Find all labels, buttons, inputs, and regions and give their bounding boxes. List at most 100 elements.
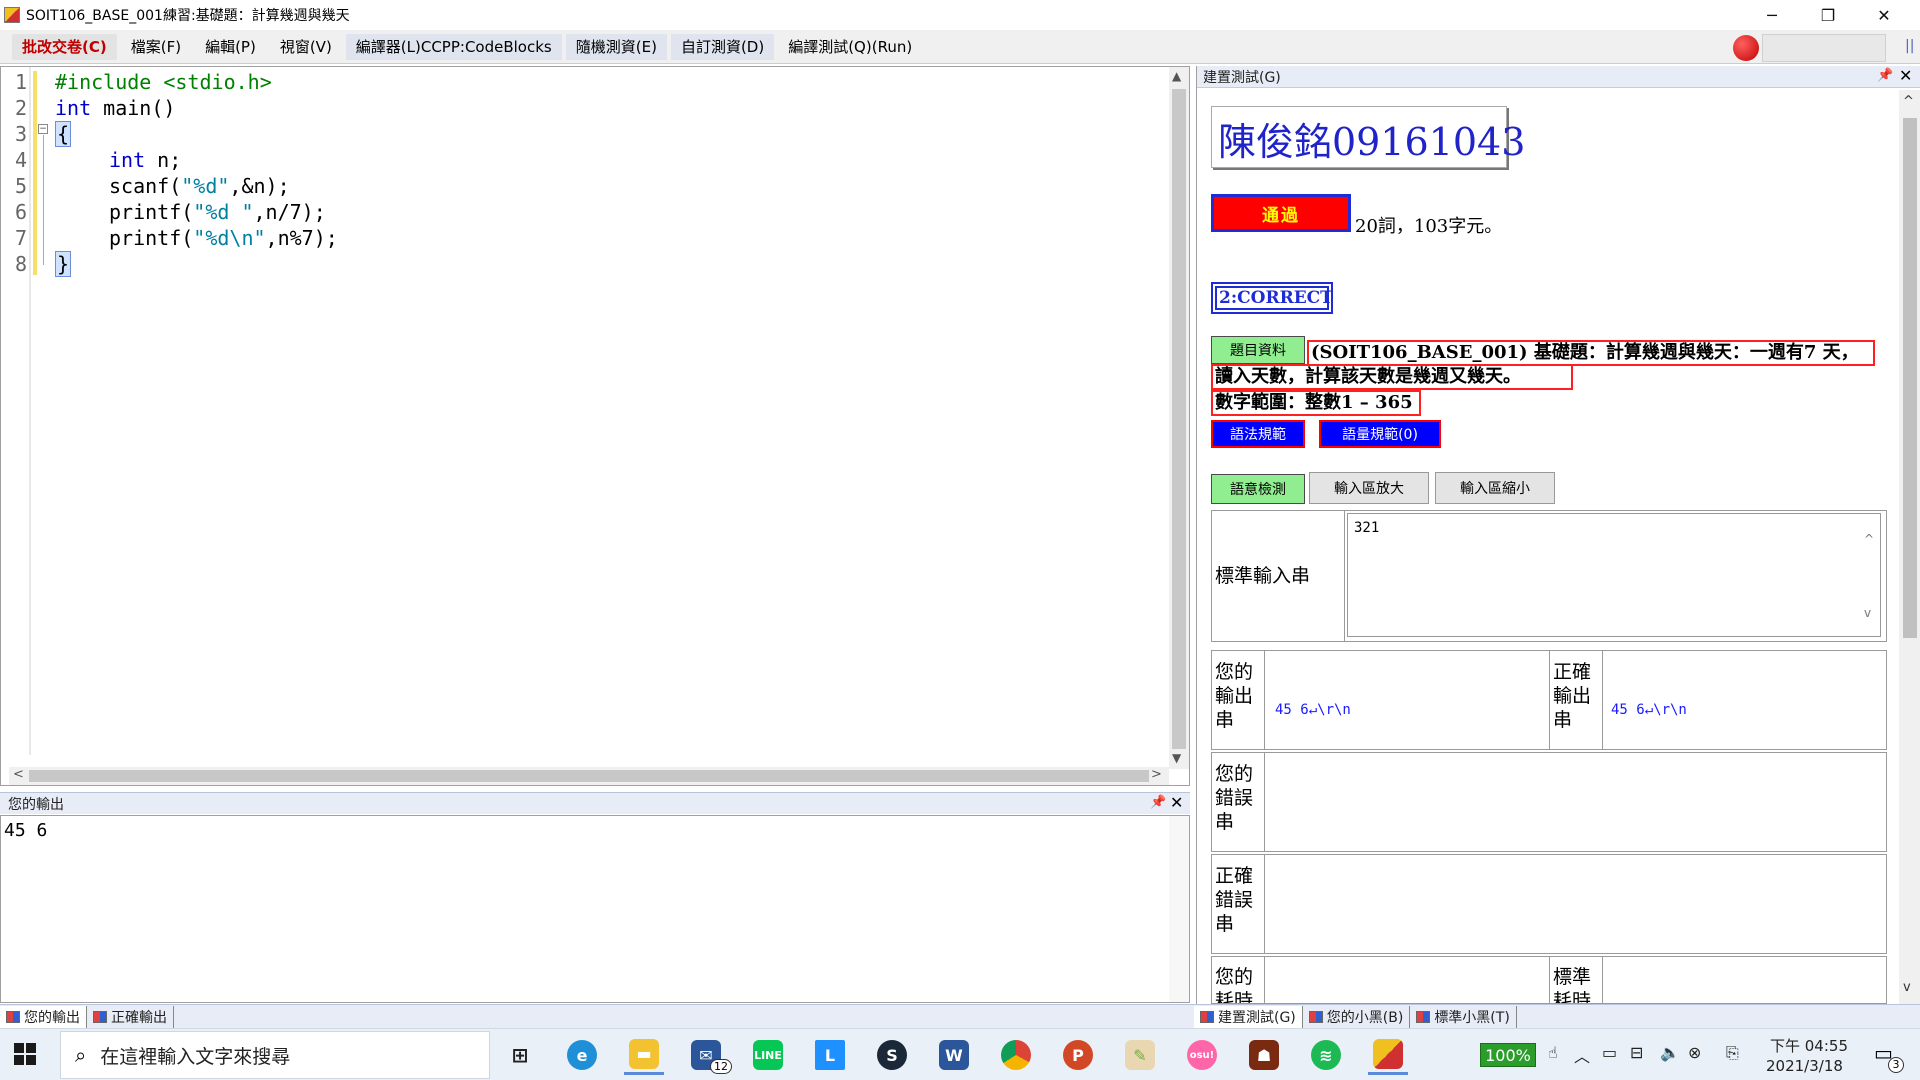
mail-icon[interactable]: ✉ 12 <box>686 1035 732 1075</box>
scroll-right-arrow-icon[interactable]: > <box>1151 767 1162 782</box>
scroll-up-arrow-icon[interactable]: ▲ <box>1172 69 1181 83</box>
clock-time[interactable]: 下午 04:55 <box>1770 1035 1848 1056</box>
syntax-rules-button[interactable]: 語法規範 <box>1211 420 1305 448</box>
pointer-icon[interactable]: ☝ <box>1548 1043 1558 1062</box>
powerpoint-icon[interactable]: P <box>1058 1035 1098 1075</box>
menu-random-test[interactable]: 隨機測資(E) <box>565 33 667 60</box>
network-icon[interactable]: ⊟ <box>1630 1043 1643 1062</box>
right-panel-scrollbar[interactable]: ^ v <box>1899 90 1920 1004</box>
tab-standard-blackbox[interactable]: 標準小黑(T) <box>1410 1005 1517 1028</box>
volume-icon[interactable]: 🔈 <box>1660 1043 1680 1062</box>
battery-indicator[interactable]: 100% <box>1480 1043 1536 1067</box>
window-icon <box>1200 1010 1214 1023</box>
code-text: ,n/7); <box>253 200 326 224</box>
mute-mic-icon[interactable]: ⊗ <box>1688 1043 1701 1062</box>
menu-custom-test[interactable]: 自訂測資(D) <box>670 33 775 60</box>
output-panel-body[interactable]: 45 6 <box>0 815 1190 1003</box>
keyword-token: int <box>55 96 92 120</box>
stdin-input[interactable]: 321 ^ v <box>1347 513 1881 637</box>
toolbar-blank-field <box>1762 34 1886 62</box>
build-test-title: 建置測試(G) <box>1203 69 1281 86</box>
code-line: printf("%d\n",n%7); <box>109 225 338 251</box>
line-number: 6 <box>14 200 27 224</box>
scroll-up-arrow-icon[interactable]: ^ <box>1864 532 1874 546</box>
string-literal: "%d " <box>193 200 254 224</box>
menu-submit[interactable]: 批改交卷(C) <box>12 33 117 60</box>
window-icon <box>93 1010 107 1023</box>
menu-file[interactable]: 檔案(F) <box>121 34 191 60</box>
edge-icon[interactable]: e <box>562 1035 602 1075</box>
spotify-icon[interactable]: ≋ <box>1306 1035 1346 1075</box>
menu-edit[interactable]: 編輯(P) <box>195 34 266 60</box>
include-path: <stdio.h> <box>151 70 272 94</box>
menu-view[interactable]: 視窗(V) <box>270 34 342 60</box>
scroll-down-arrow-icon[interactable]: v <box>1864 606 1871 620</box>
file-explorer-icon[interactable]: ▬ <box>624 1035 664 1075</box>
code-stats: 20詞，103字元。 <box>1355 216 1503 237</box>
input-method-icon[interactable]: ⎘ <box>1726 1043 1739 1063</box>
quantity-rules-button[interactable]: 語量規範(0) <box>1319 420 1441 448</box>
tab-your-blackbox[interactable]: 您的小黑(B) <box>1303 1005 1411 1028</box>
menu-compile-run[interactable]: 編譯測試(Q)(Run) <box>778 34 922 60</box>
scroll-up-arrow-icon[interactable]: ^ <box>1903 94 1914 109</box>
correct-error-label: 正確錯誤串 <box>1215 865 1254 935</box>
osu-icon[interactable]: osu! <box>1182 1035 1222 1075</box>
semantic-check-button[interactable]: 語意檢測 <box>1211 474 1305 504</box>
pin-icon[interactable]: 📌 <box>1877 68 1893 83</box>
code-text: main() <box>91 96 176 120</box>
tab-build-test[interactable]: 建置測試(G) <box>1194 1005 1303 1028</box>
toolbar-grip[interactable]: || <box>1905 38 1914 54</box>
preprocessor-token: #include <box>55 70 152 94</box>
steam-icon[interactable]: S <box>872 1035 912 1075</box>
scroll-thumb[interactable] <box>29 770 1149 782</box>
windows-start-icon[interactable] <box>14 1043 36 1065</box>
apple-icon[interactable] <box>1733 35 1759 61</box>
game-icon[interactable]: ☗ <box>1244 1035 1284 1075</box>
tab-label: 標準小黑(T) <box>1434 1009 1510 1026</box>
minimize-button[interactable]: ─ <box>1744 0 1800 30</box>
output-text: 45 6 <box>4 820 48 841</box>
battery-icon[interactable]: ▭ <box>1602 1043 1617 1062</box>
maximize-button[interactable]: ❐ <box>1800 0 1856 30</box>
editor-horizontal-scrollbar[interactable]: < > <box>9 767 1169 785</box>
close-button[interactable]: ✕ <box>1856 0 1912 30</box>
tab-correct-output[interactable]: 正確輸出 <box>87 1005 174 1028</box>
scroll-down-arrow-icon[interactable]: v <box>1903 980 1911 995</box>
launcher-l-icon[interactable]: L <box>810 1035 850 1075</box>
output-vertical-scrollbar[interactable] <box>1169 816 1189 1002</box>
matched-brace: } <box>55 251 72 277</box>
pass-status-button[interactable]: 通過 <box>1211 194 1351 232</box>
shrink-input-button[interactable]: 輸入區縮小 <box>1435 472 1555 504</box>
correct-output-label: 正確輸出串 <box>1553 661 1592 731</box>
close-icon[interactable]: ✕ <box>1899 66 1912 85</box>
scroll-down-arrow-icon[interactable]: ▼ <box>1172 751 1181 765</box>
code-line: scanf("%d",&n); <box>109 173 290 199</box>
tab-your-output[interactable]: 您的輸出 <box>0 1005 87 1028</box>
your-output-value: 45 6↵\r\n <box>1275 702 1351 718</box>
scroll-left-arrow-icon[interactable]: < <box>13 767 24 782</box>
your-time-label-cell: 您的耗時 <box>1211 956 1265 1004</box>
chrome-icon[interactable] <box>996 1035 1036 1075</box>
judge-app-icon[interactable] <box>1368 1035 1408 1075</box>
enlarge-input-button[interactable]: 輸入區放大 <box>1309 472 1429 504</box>
paint-icon[interactable]: ✎ <box>1120 1035 1160 1075</box>
line-number: 1 <box>14 70 27 94</box>
scroll-thumb[interactable] <box>1903 118 1917 638</box>
scroll-thumb[interactable] <box>1172 89 1186 749</box>
menu-compiler[interactable]: 編譯器(L)CCPP:CodeBlocks <box>345 33 562 60</box>
line-icon[interactable]: LINE <box>748 1035 788 1075</box>
chevron-up-icon[interactable]: ︿ <box>1574 1043 1590 1067</box>
clock-date[interactable]: 2021/3/18 <box>1766 1057 1843 1075</box>
problem-info-button[interactable]: 題目資料 <box>1211 336 1305 364</box>
pin-icon[interactable]: 📌 <box>1150 795 1166 810</box>
std-time-label-cell: 標準耗時 <box>1549 956 1603 1004</box>
editor-vertical-scrollbar[interactable]: ▲ ▼ <box>1169 67 1189 769</box>
bottom-tab-bar: 您的輸出 正確輸出 <box>0 1004 1194 1028</box>
code-editor[interactable]: 1 2 3 4 5 6 7 8 − #include <stdio.h> int… <box>0 66 1190 786</box>
fold-toggle-icon[interactable]: − <box>38 124 48 134</box>
close-icon[interactable]: ✕ <box>1170 793 1183 812</box>
title-bar: SOIT106_BASE_001練習:基礎題：計算幾週與幾天 ─ ❐ ✕ <box>0 0 1920 30</box>
word-icon[interactable]: W <box>934 1035 974 1075</box>
task-view-icon[interactable]: ⊞ <box>500 1035 540 1075</box>
taskbar-search[interactable]: ⌕ 在這裡輸入文字來搜尋 <box>60 1031 490 1079</box>
